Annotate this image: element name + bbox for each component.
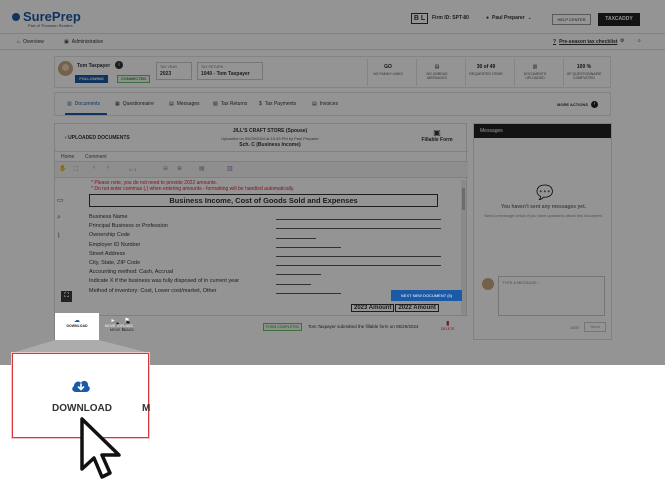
mouse-pointer-icon	[80, 417, 121, 479]
zoom-next-label: M	[142, 403, 151, 414]
zoom-download-label: DOWNLOAD	[52, 403, 112, 414]
download-cloud-icon	[72, 380, 90, 392]
